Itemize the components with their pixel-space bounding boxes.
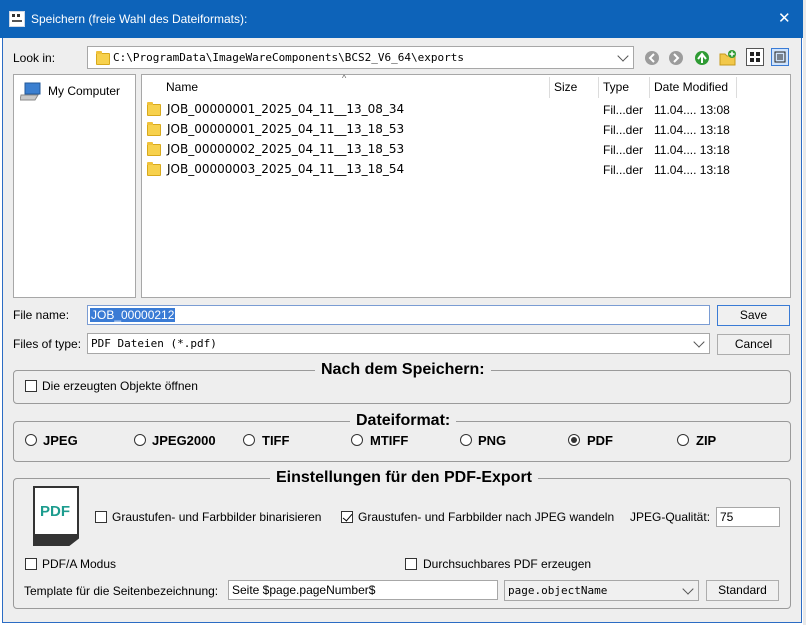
searchable-pdf-label: Durchsuchbares PDF erzeugen	[423, 557, 592, 571]
pdf-settings-title: Einstellungen für den PDF-Export	[270, 469, 539, 487]
radio-mtiff-label: MTIFF	[370, 433, 409, 448]
file-list: ^ Name Size Type Date Modified JOB_00000…	[141, 73, 791, 298]
radio-zip-label: ZIP	[696, 433, 717, 448]
sidebar-item-label: My Computer	[48, 84, 121, 98]
column-divider	[649, 77, 650, 98]
back-icon[interactable]	[643, 49, 661, 67]
pdfa-checkbox[interactable]	[25, 558, 37, 570]
column-header-size[interactable]: Size	[554, 80, 577, 94]
pdf-file-icon: PDF	[33, 486, 79, 546]
row-name: JOB_00000001_2025_04_11__13_08_34	[167, 102, 405, 116]
binarize-label: Graustufen- und Farbbilder binarisieren	[112, 510, 322, 524]
column-header-modified[interactable]: Date Modified	[654, 80, 728, 94]
table-row[interactable]: JOB_00000001_2025_04_11__13_08_34 Fil...…	[146, 100, 786, 120]
chevron-down-icon[interactable]	[693, 335, 705, 348]
radio-jpeg2000-label: JPEG2000	[152, 433, 216, 448]
app-icon	[9, 11, 25, 27]
radio-tiff[interactable]	[243, 434, 255, 446]
file-type-combo[interactable]: PDF Dateien (*.pdf)	[87, 333, 710, 354]
radio-mtiff[interactable]	[351, 434, 363, 446]
table-row[interactable]: JOB_00000002_2025_04_11__13_18_53 Fil...…	[146, 140, 786, 160]
radio-zip[interactable]	[677, 434, 689, 446]
new-folder-icon[interactable]	[719, 49, 737, 67]
file-type-label: Files of type:	[13, 337, 82, 351]
row-date: 11.04.... 13:18	[654, 163, 730, 177]
template-field[interactable]: Seite $page.pageNumber$	[228, 580, 498, 600]
radio-pdf[interactable]	[568, 434, 580, 446]
row-date: 11.04.... 13:18	[654, 123, 730, 137]
column-header-name[interactable]: Name	[166, 80, 198, 94]
pdfa-label: PDF/A Modus	[42, 557, 117, 571]
template-label: Template für die Seitenbezeichnung:	[24, 584, 219, 598]
file-name-label: File name:	[13, 308, 70, 322]
row-name: JOB_00000003_2025_04_11__13_18_54	[167, 162, 405, 176]
sort-arrow-icon: ^	[342, 73, 347, 83]
format-title: Dateiformat:	[350, 412, 457, 430]
jpeg-quality-label: JPEG-Qualität:	[630, 510, 711, 524]
sidebar-item-my-computer[interactable]: My Computer	[20, 81, 130, 103]
folder-icon	[96, 51, 110, 65]
template-value: Seite $page.pageNumber$	[232, 583, 376, 597]
radio-jpeg[interactable]	[25, 434, 37, 446]
column-header-type[interactable]: Type	[603, 80, 629, 94]
radio-png-label: PNG	[478, 433, 507, 448]
jpeg-convert-checkbox[interactable]	[341, 511, 353, 523]
cancel-button[interactable]: Cancel	[717, 334, 790, 355]
template-variable-value: page.objectName	[508, 584, 608, 597]
radio-pdf-label: PDF	[587, 433, 613, 448]
pdf-icon-label: PDF	[40, 503, 70, 520]
row-date: 11.04.... 13:18	[654, 143, 730, 157]
column-divider	[598, 77, 599, 98]
places-sidebar: My Computer	[13, 74, 136, 298]
look-in-path: C:\ProgramData\ImageWareComponents\BCS2_…	[113, 51, 464, 64]
details-view-icon[interactable]	[771, 48, 789, 66]
chevron-down-icon[interactable]	[617, 49, 629, 62]
folder-icon	[147, 122, 161, 136]
chevron-down-icon[interactable]	[682, 582, 694, 595]
jpeg-quality-field[interactable]: 75	[716, 507, 780, 527]
after-save-title: Nach dem Speichern:	[315, 361, 491, 379]
title-bar: Speichern (freie Wahl des Dateiformats):…	[0, 0, 806, 38]
save-button[interactable]: Save	[717, 305, 790, 326]
jpeg-quality-value: 75	[720, 510, 734, 524]
row-type: Fil...der	[603, 103, 644, 117]
window-title: Speichern (freie Wahl des Dateiformats):	[31, 12, 248, 26]
file-name-field[interactable]: JOB_00000212	[87, 305, 710, 325]
look-in-label: Look in:	[13, 51, 56, 65]
standard-button[interactable]: Standard	[706, 580, 779, 601]
radio-png[interactable]	[460, 434, 472, 446]
radio-tiff-label: TIFF	[262, 433, 290, 448]
forward-icon[interactable]	[667, 49, 685, 67]
row-type: Fil...der	[603, 163, 644, 177]
list-view-icon[interactable]	[746, 48, 764, 66]
table-row[interactable]: JOB_00000001_2025_04_11__13_18_53 Fil...…	[146, 120, 786, 140]
close-icon[interactable]: ✕	[778, 9, 791, 27]
row-name: JOB_00000001_2025_04_11__13_18_53	[167, 122, 405, 136]
open-objects-label: Die erzeugten Objekte öffnen	[42, 379, 198, 393]
radio-jpeg2000[interactable]	[134, 434, 146, 446]
computer-icon	[20, 82, 41, 101]
radio-jpeg-label: JPEG	[43, 433, 78, 448]
row-type: Fil...der	[603, 143, 644, 157]
file-name-value: JOB_00000212	[90, 308, 176, 322]
template-variable-combo[interactable]: page.objectName	[504, 580, 699, 601]
jpeg-convert-label: Graustufen- und Farbbilder nach JPEG wan…	[358, 510, 615, 524]
binarize-checkbox[interactable]	[95, 511, 107, 523]
look-in-combo[interactable]: C:\ProgramData\ImageWareComponents\BCS2_…	[87, 46, 634, 69]
folder-icon	[147, 102, 161, 116]
file-type-value: PDF Dateien (*.pdf)	[91, 337, 217, 350]
table-row[interactable]: JOB_00000003_2025_04_11__13_18_54 Fil...…	[146, 160, 786, 180]
row-name: JOB_00000002_2025_04_11__13_18_53	[167, 142, 405, 156]
row-type: Fil...der	[603, 123, 644, 137]
up-folder-icon[interactable]	[693, 49, 711, 67]
open-objects-checkbox[interactable]	[25, 380, 37, 392]
folder-icon	[147, 162, 161, 176]
folder-icon	[147, 142, 161, 156]
column-divider	[549, 77, 550, 98]
row-date: 11.04.... 13:08	[654, 103, 730, 117]
searchable-pdf-checkbox[interactable]	[405, 558, 417, 570]
column-divider	[736, 77, 737, 98]
